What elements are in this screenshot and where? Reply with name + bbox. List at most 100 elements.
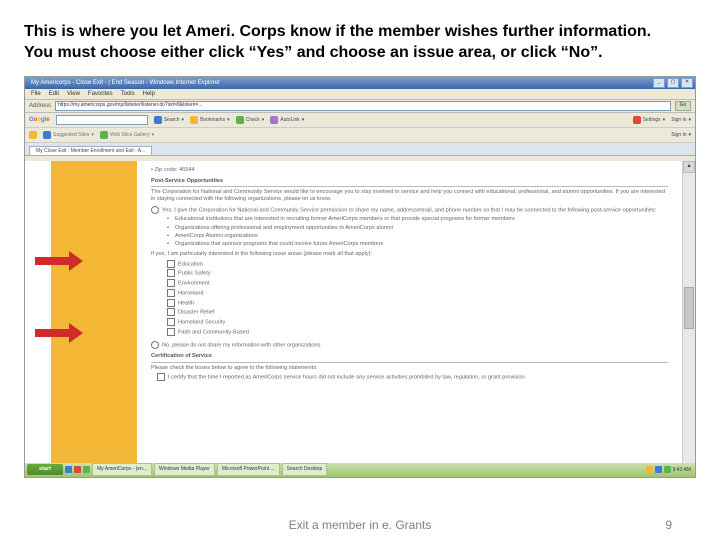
bullets-list: Educational institutions that are intere… <box>167 216 668 248</box>
section-certification: Certification of Service <box>151 353 668 362</box>
tray-icon[interactable] <box>646 466 653 473</box>
window-titlebar: My Americorps - Close Exit - | End Seaso… <box>25 77 695 89</box>
check-icon <box>236 116 244 124</box>
window-title: My Americorps - Close Exit - | End Seaso… <box>31 80 220 86</box>
cb-disaster[interactable]: Disaster Relief <box>167 308 668 317</box>
scroll-thumb[interactable] <box>684 287 694 329</box>
task-btn-4[interactable]: Search Desktop <box>282 463 328 476</box>
menubar: File Edit View Favorites Tools Help <box>25 89 695 100</box>
yes-option[interactable]: Yes, I give the Corporation for National… <box>151 206 668 215</box>
cb-education[interactable]: Education <box>167 260 668 269</box>
google-logo-icon: Google <box>29 117 50 123</box>
signin-button[interactable]: Sign in ▾ <box>671 117 691 123</box>
bullet-4: Organizations that sponsor programs that… <box>167 241 668 248</box>
start-button[interactable]: start <box>27 464 63 475</box>
cb-health[interactable]: Health <box>167 299 668 308</box>
menu-tools[interactable]: Tools <box>121 89 135 99</box>
close-button[interactable]: ✕ <box>681 78 693 88</box>
browser-tab[interactable]: My Close Exit : Member Enrollment and Ex… <box>29 146 152 155</box>
section-post-service: Post-Service Opportunities <box>151 178 668 187</box>
tray-icon[interactable] <box>664 466 671 473</box>
slice-icon <box>100 131 108 139</box>
cert-checkbox-1[interactable]: I certify that the time I reported as Am… <box>157 373 668 382</box>
maximize-button[interactable]: ▢ <box>667 78 679 88</box>
cb-environment[interactable]: Environment <box>167 279 668 288</box>
checkbox-icon <box>167 299 175 307</box>
menu-edit[interactable]: Edit <box>49 89 59 99</box>
address-input[interactable]: https://my.americorps.gov/mp/listener/li… <box>55 101 671 111</box>
go-button[interactable]: Go <box>675 101 691 111</box>
no-option[interactable]: No, please do not share my information w… <box>151 341 668 350</box>
task-btn-3[interactable]: Microsoft PowerPoint ... <box>217 463 280 476</box>
browser-screenshot: My Americorps - Close Exit - | End Seaso… <box>24 76 696 478</box>
autolink-button[interactable]: AutoLink ▾ <box>270 116 304 124</box>
scroll-up-button[interactable]: ▴ <box>683 161 695 173</box>
checkbox-icon <box>167 289 175 297</box>
checkbox-icon <box>167 269 175 277</box>
toolbar-signin[interactable]: Sign in ▾ <box>671 132 691 138</box>
cb-homeland[interactable]: Homeland <box>167 289 668 298</box>
vertical-scrollbar[interactable]: ▴ ▾ <box>682 161 695 477</box>
page-viewport: • Zip code: 46544 Post-Service Opportuni… <box>25 161 695 477</box>
star-icon <box>190 116 198 124</box>
form-content: • Zip code: 46544 Post-Service Opportuni… <box>137 161 682 477</box>
zip-line: • Zip code: 46544 <box>151 167 668 174</box>
quicklaunch-icon[interactable] <box>74 466 81 473</box>
address-bar: Address https://my.americorps.gov/mp/lis… <box>25 100 695 113</box>
bookmarks-button[interactable]: Bookmarks ▾ <box>190 116 230 124</box>
address-label: Address <box>29 103 51 109</box>
cb-homeland-security[interactable]: Homeland Security <box>167 318 668 327</box>
sidebar-column <box>51 161 137 477</box>
checkbox-icon <box>167 279 175 287</box>
task-btn-2[interactable]: Windows Media Player <box>154 463 215 476</box>
google-search-input[interactable] <box>56 115 148 125</box>
favorites-toolbar: Suggested Sites ▾ Web Slice Gallery ▾ Si… <box>25 128 695 143</box>
site-icon <box>43 131 51 139</box>
header-line-2: You must choose either click “Yes” and c… <box>24 43 696 64</box>
menu-favorites[interactable]: Favorites <box>88 89 113 99</box>
callout-arrow-1 <box>35 251 85 271</box>
radio-icon <box>151 341 159 349</box>
check-button[interactable]: Check ▾ <box>236 116 265 124</box>
left-gutter <box>25 161 51 477</box>
tray-icon[interactable] <box>655 466 662 473</box>
header-line-1: This is where you let Ameri. Corps know … <box>24 22 696 43</box>
cert-intro: Please check the boxes below to agree to… <box>151 365 668 372</box>
settings-button[interactable]: Settings ▾ <box>633 116 666 124</box>
checkbox-icon <box>167 308 175 316</box>
system-tray: 9:43 AM <box>646 466 693 473</box>
slide-header: This is where you let Ameri. Corps know … <box>0 0 720 70</box>
link-icon <box>270 116 278 124</box>
tab-bar: My Close Exit : Member Enrollment and Ex… <box>25 143 695 156</box>
cb-public-safety[interactable]: Public Safety <box>167 269 668 278</box>
favorites-star[interactable] <box>29 131 37 139</box>
clock: 9:43 AM <box>673 467 691 473</box>
bullet-1: Educational institutions that are intere… <box>167 216 668 223</box>
slide-footer-text: Exit a member in e. Grants <box>0 518 720 532</box>
cb-faith[interactable]: Faith and Community-Based <box>167 328 668 337</box>
search-button[interactable]: Search ▾ <box>154 116 184 124</box>
minimize-button[interactable]: _ <box>653 78 665 88</box>
checkbox-icon <box>167 318 175 326</box>
menu-view[interactable]: View <box>67 89 80 99</box>
favorites-icon <box>29 131 37 139</box>
google-toolbar: Google Search ▾ Bookmarks ▾ Check ▾ Auto… <box>25 113 695 128</box>
quicklaunch-icon[interactable] <box>83 466 90 473</box>
menu-file[interactable]: File <box>31 89 41 99</box>
checkbox-icon <box>157 373 165 381</box>
quicklaunch-icon[interactable] <box>65 466 72 473</box>
slide-page-number: 9 <box>665 518 672 532</box>
bullet-3: AmeriCorps Alumni organizations <box>167 233 668 240</box>
task-btn-1[interactable]: My AmeriCorps - (en... <box>92 463 152 476</box>
checkbox-icon <box>167 260 175 268</box>
bullet-2: Organizations offering professional and … <box>167 225 668 232</box>
radio-icon <box>151 206 159 214</box>
if-yes-text: If yes, I am particularly interested in … <box>151 251 668 258</box>
windows-taskbar: start My AmeriCorps - (en... Windows Med… <box>25 463 695 477</box>
intro-text: The Corporation for National and Communi… <box>151 189 668 204</box>
menu-help[interactable]: Help <box>143 89 155 99</box>
checkbox-icon <box>167 328 175 336</box>
suggested-sites[interactable]: Suggested Sites ▾ <box>43 131 94 139</box>
yes-label: Yes, I give the Corporation for National… <box>162 207 656 213</box>
webslice-gallery[interactable]: Web Slice Gallery ▾ <box>100 131 154 139</box>
